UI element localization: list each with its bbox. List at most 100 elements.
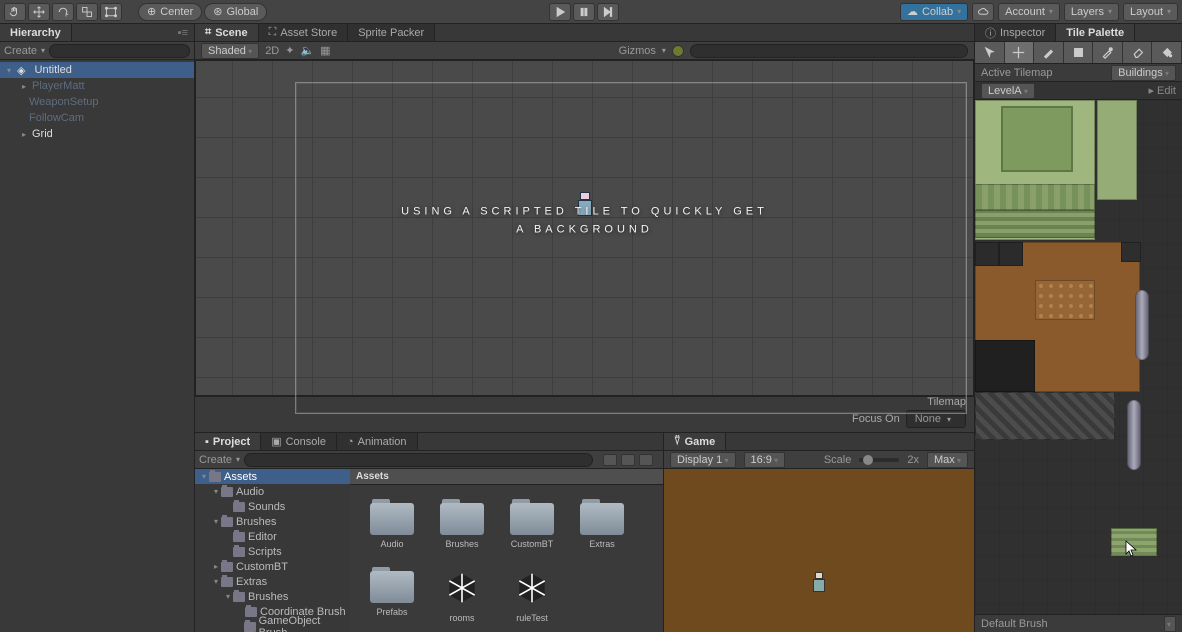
paint-tool[interactable] (1034, 42, 1064, 63)
target-icon: ⊕ (147, 5, 156, 18)
gizmo-toggle-icon[interactable] (672, 45, 684, 57)
fill-tool[interactable] (1152, 42, 1182, 63)
focus-label: Focus On (852, 413, 900, 425)
active-tilemap-dropdown[interactable]: Buildings (1111, 65, 1176, 81)
project-tree-row[interactable]: GameObject Brush (195, 619, 350, 632)
scene-search[interactable] (690, 44, 968, 58)
asset-item[interactable]: Audio (368, 499, 416, 549)
tree-row[interactable]: ▸PlayerMatt (0, 78, 194, 94)
hierarchy-search[interactable] (49, 44, 190, 58)
bottom-area: ▪Project ▣Console ◔Animation Create▾ (195, 432, 974, 632)
maximize-toggle[interactable]: Max (927, 452, 968, 468)
project-tree-row[interactable]: Editor (195, 529, 350, 544)
tab-inspector[interactable]: ⓘInspector (975, 24, 1056, 41)
game-viewport[interactable] (664, 469, 974, 632)
animation-icon: ◔ (347, 436, 354, 448)
tree-row[interactable]: ▸Grid (0, 126, 194, 142)
pivot-toggle[interactable]: ⊕Center (138, 3, 202, 21)
display-dropdown[interactable]: Display 1 (670, 452, 736, 468)
asset-item[interactable]: CustomBT (508, 499, 556, 549)
favorites-icon[interactable] (621, 454, 635, 466)
project-create-dropdown[interactable]: Create (199, 454, 232, 466)
gizmos-dropdown[interactable]: Gizmos (619, 45, 656, 57)
brush-dropdown[interactable] (1164, 616, 1176, 632)
asset-item[interactable]: Extras (578, 499, 626, 549)
edit-button[interactable]: ▸ Edit (1148, 84, 1176, 97)
inspector-icon: ⓘ (985, 25, 996, 41)
aspect-dropdown[interactable]: 16:9 (744, 452, 786, 468)
inspector-column: ⓘInspector Tile Palette Active Tilemap B… (975, 24, 1182, 632)
asset-item[interactable]: Prefabs (368, 567, 416, 623)
step-button[interactable] (597, 3, 619, 21)
project-tree-row[interactable]: ▾Extras (195, 574, 350, 589)
light-icon[interactable]: ✦ (285, 44, 294, 57)
tab-sprite-packer[interactable]: Sprite Packer (348, 24, 435, 41)
tab-project[interactable]: ▪Project (195, 433, 261, 450)
console-icon: ▣ (271, 435, 281, 448)
filter-icon[interactable] (603, 454, 617, 466)
save-icon[interactable] (639, 454, 653, 466)
erase-tool[interactable] (1123, 42, 1153, 63)
select-tool[interactable] (975, 42, 1005, 63)
asset-item[interactable]: Brushes (438, 499, 486, 549)
project-tree-row[interactable]: Scripts (195, 544, 350, 559)
project-tree-row[interactable]: Sounds (195, 499, 350, 514)
tab-scene[interactable]: ⌗Scene (195, 24, 259, 41)
store-icon: ⛶ (269, 26, 277, 39)
tree-row[interactable]: WeaponSetup (0, 94, 194, 110)
project-tree-row[interactable]: ▾Brushes (195, 589, 350, 604)
collab-dropdown[interactable]: ☁Collab (900, 3, 968, 21)
move-tile-tool[interactable] (1005, 42, 1035, 63)
breadcrumb[interactable]: Assets (350, 469, 663, 485)
tab-hierarchy[interactable]: Hierarchy (0, 24, 72, 41)
top-toolbar: ⊕Center ⊛Global ☁Collab Account Layers L… (0, 0, 1182, 24)
layout-dropdown[interactable]: Layout (1123, 3, 1178, 21)
project-tree-row[interactable]: ▸CustomBT (195, 559, 350, 574)
project-tree-row[interactable]: ▾Brushes (195, 514, 350, 529)
tile-palette-viewport[interactable] (975, 100, 1182, 614)
center-column: ⌗Scene ⛶Asset Store Sprite Packer Shaded… (195, 24, 975, 632)
folder-icon: ▪ (205, 436, 209, 448)
scale-tool[interactable] (76, 3, 98, 21)
space-toggle[interactable]: ⊛Global (204, 3, 267, 21)
layers-dropdown[interactable]: Layers (1064, 3, 1119, 21)
asset-item[interactable]: ruleTest (508, 567, 556, 623)
project-search[interactable] (244, 453, 593, 467)
rotate-tool[interactable] (52, 3, 74, 21)
pause-button[interactable] (573, 3, 595, 21)
hand-tool[interactable] (4, 3, 26, 21)
play-button[interactable] (549, 3, 571, 21)
player-sprite[interactable] (576, 192, 594, 218)
cloud-button[interactable] (972, 3, 994, 21)
shading-dropdown[interactable]: Shaded (201, 43, 259, 59)
palette-select[interactable]: LevelA (981, 83, 1035, 99)
scene-header[interactable]: ▾◈ Untitled (0, 62, 194, 78)
tab-console[interactable]: ▣Console (261, 433, 337, 450)
scene-viewport[interactable]: USING A SCRIPTED TILE TO QUICKLY GET A B… (195, 60, 974, 396)
box-tool[interactable] (1064, 42, 1094, 63)
panel-menu-icon[interactable]: ▪≡ (172, 27, 194, 39)
tab-asset-store[interactable]: ⛶Asset Store (259, 24, 349, 41)
tree-row[interactable]: FollowCam (0, 110, 194, 126)
tab-animation[interactable]: ◔Animation (337, 433, 418, 450)
tab-tile-palette[interactable]: Tile Palette (1056, 24, 1135, 41)
scale-slider[interactable] (859, 458, 899, 462)
game-icon: ⍢ (674, 435, 681, 448)
rect-tool[interactable] (100, 3, 122, 21)
tab-game[interactable]: ⍢Game (664, 433, 726, 450)
project-folder-view: Assets Audio Brushes CustomBT Extras Prefabs… (350, 469, 663, 632)
asset-item[interactable]: rooms (438, 567, 486, 623)
fx-icon[interactable]: ▦ (320, 44, 330, 57)
scene-toolbar: Shaded 2D ✦ 🔈 ▦ Gizmos▾ (195, 42, 974, 60)
create-dropdown[interactable]: Create (4, 45, 37, 57)
account-dropdown[interactable]: Account (998, 3, 1060, 21)
transform-tool-group (4, 3, 122, 21)
project-tree-row[interactable]: ▾Assets (195, 469, 350, 484)
project-tree-row[interactable]: ▾Audio (195, 484, 350, 499)
game-toolbar: Display 1 16:9 Scale 2x Max (664, 451, 974, 469)
picker-tool[interactable] (1093, 42, 1123, 63)
palette-toolbar (975, 42, 1182, 64)
move-tool[interactable] (28, 3, 50, 21)
audio-icon[interactable]: 🔈 (300, 44, 314, 57)
dim-toggle[interactable]: 2D (265, 45, 279, 57)
